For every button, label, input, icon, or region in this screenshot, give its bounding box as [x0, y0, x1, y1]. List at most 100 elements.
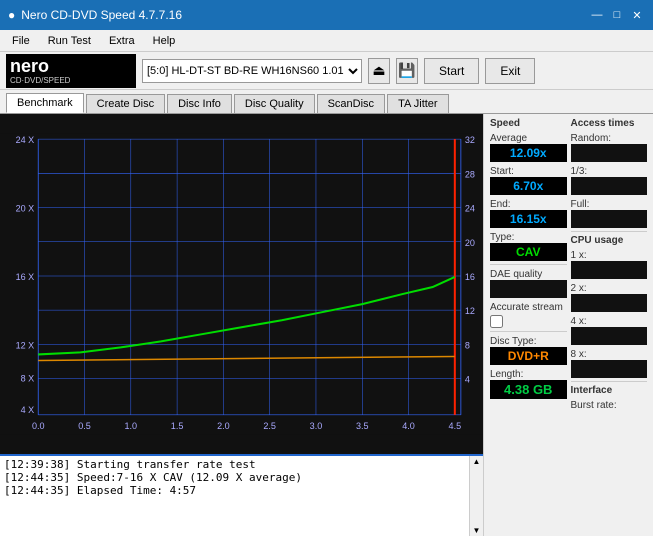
full-label: Full: — [571, 199, 648, 210]
svg-text:20: 20 — [465, 238, 475, 248]
tab-benchmark[interactable]: Benchmark — [6, 93, 84, 113]
tab-bar: Benchmark Create Disc Disc Info Disc Qua… — [0, 90, 653, 114]
toolbar: nero CD·DVD/SPEED [5:0] HL-DT-ST BD-RE W… — [0, 52, 653, 90]
disc-type-value: DVD+R — [490, 347, 567, 365]
svg-text:4.5: 4.5 — [449, 421, 462, 431]
app-title: Nero CD-DVD Speed 4.7.7.16 — [21, 8, 182, 22]
svg-text:8 X: 8 X — [21, 374, 35, 384]
svg-text:28: 28 — [465, 169, 475, 179]
app-icon: ● — [8, 8, 15, 22]
menu-bar: File Run Test Extra Help — [0, 30, 653, 52]
eject-button[interactable]: ⏏ — [368, 58, 390, 84]
log-area: [12:39:38] Starting transfer rate test [… — [0, 454, 483, 536]
svg-text:0.5: 0.5 — [78, 421, 91, 431]
main-content: 24 X 20 X 16 X 12 X 8 X 4 X 32 28 24 20 … — [0, 114, 653, 536]
panel-columns: Speed Average 12.09x Start: 6.70x End: 1… — [490, 118, 647, 411]
start-button[interactable]: Start — [424, 58, 479, 84]
disc-length-label: Length: — [490, 369, 567, 380]
dae-label: DAE quality — [490, 269, 567, 280]
x2-value — [571, 294, 648, 312]
type-label: Type: — [490, 232, 567, 243]
log-line-2: [12:44:35] Speed:7-16 X CAV (12.09 X ave… — [4, 471, 479, 484]
svg-text:3.0: 3.0 — [310, 421, 323, 431]
tab-disc-quality[interactable]: Disc Quality — [234, 94, 315, 113]
svg-text:32: 32 — [465, 135, 475, 145]
start-value: 6.70x — [490, 177, 567, 195]
exit-button[interactable]: Exit — [485, 58, 535, 84]
x4-value — [571, 327, 648, 345]
log-scrollbar[interactable]: ▲ ▼ — [469, 456, 483, 536]
disc-length-value: 4.38 GB — [490, 380, 567, 399]
tab-disc-info[interactable]: Disc Info — [167, 94, 232, 113]
tab-ta-jitter[interactable]: TA Jitter — [387, 94, 449, 113]
dae-value — [490, 280, 567, 298]
svg-text:12: 12 — [465, 306, 475, 316]
nero-sub-text: CD·DVD/SPEED — [10, 76, 70, 85]
chart-canvas: 24 X 20 X 16 X 12 X 8 X 4 X 32 28 24 20 … — [0, 114, 483, 454]
one-third-value — [571, 177, 648, 195]
accurate-stream-row — [490, 315, 567, 328]
svg-text:1.5: 1.5 — [171, 421, 184, 431]
tab-scandisc[interactable]: ScanDisc — [317, 94, 385, 113]
end-label: End: — [490, 199, 567, 210]
svg-text:2.5: 2.5 — [263, 421, 276, 431]
svg-text:12 X: 12 X — [16, 340, 35, 350]
x8-value — [571, 360, 648, 378]
log-content: [12:39:38] Starting transfer rate test [… — [0, 456, 483, 536]
title-bar-left: ● Nero CD-DVD Speed 4.7.7.16 — [8, 8, 182, 22]
close-button[interactable]: ✕ — [629, 7, 645, 23]
tab-create-disc[interactable]: Create Disc — [86, 94, 165, 113]
x1-label: 1 x: — [571, 250, 648, 261]
average-value: 12.09x — [490, 144, 567, 162]
menu-extra[interactable]: Extra — [101, 33, 143, 49]
menu-file[interactable]: File — [4, 33, 38, 49]
nero-logo-text: nero — [10, 57, 70, 75]
svg-text:0.0: 0.0 — [32, 421, 45, 431]
average-label: Average — [490, 133, 567, 144]
title-bar: ● Nero CD-DVD Speed 4.7.7.16 — □ ✕ — [0, 0, 653, 30]
svg-text:3.5: 3.5 — [356, 421, 369, 431]
access-times-column: Access times Random: 1/3: Full: CPU usag… — [571, 118, 648, 411]
svg-text:24: 24 — [465, 204, 475, 214]
end-value: 16.15x — [490, 210, 567, 228]
title-bar-controls: — □ ✕ — [589, 7, 645, 23]
minimize-button[interactable]: — — [589, 7, 605, 23]
svg-text:16: 16 — [465, 272, 475, 282]
x4-label: 4 x: — [571, 316, 648, 327]
speed-header: Speed — [490, 118, 567, 129]
full-value — [571, 210, 648, 228]
x8-label: 8 x: — [571, 349, 648, 360]
chart-area: 24 X 20 X 16 X 12 X 8 X 4 X 32 28 24 20 … — [0, 114, 483, 536]
svg-text:16 X: 16 X — [16, 272, 35, 282]
drive-selector[interactable]: [5:0] HL-DT-ST BD-RE WH16NS60 1.01 — [142, 59, 362, 83]
disc-type-label: Disc Type: — [490, 336, 567, 347]
log-line-1: [12:39:38] Starting transfer rate test — [4, 458, 479, 471]
start-label: Start: — [490, 166, 567, 177]
access-times-header: Access times — [571, 118, 648, 129]
menu-help[interactable]: Help — [145, 33, 184, 49]
type-value: CAV — [490, 243, 567, 261]
speed-column: Speed Average 12.09x Start: 6.70x End: 1… — [490, 118, 567, 411]
right-panel: Speed Average 12.09x Start: 6.70x End: 1… — [483, 114, 653, 536]
svg-text:1.0: 1.0 — [125, 421, 138, 431]
cpu-usage-header: CPU usage — [571, 235, 648, 246]
maximize-button[interactable]: □ — [609, 7, 625, 23]
svg-text:8: 8 — [465, 340, 470, 350]
svg-text:4 X: 4 X — [21, 405, 35, 415]
accurate-stream-checkbox[interactable] — [490, 315, 503, 328]
interface-header: Interface — [571, 385, 648, 396]
x1-value — [571, 261, 648, 279]
menu-run-test[interactable]: Run Test — [40, 33, 99, 49]
nero-logo: nero CD·DVD/SPEED — [6, 54, 136, 88]
svg-text:24 X: 24 X — [16, 135, 35, 145]
svg-text:4.0: 4.0 — [402, 421, 415, 431]
svg-text:4: 4 — [465, 375, 470, 385]
save-button[interactable]: 💾 — [396, 58, 418, 84]
chart-svg: 24 X 20 X 16 X 12 X 8 X 4 X 32 28 24 20 … — [0, 114, 483, 454]
random-value — [571, 144, 648, 162]
one-third-label: 1/3: — [571, 166, 648, 177]
burst-rate-label: Burst rate: — [571, 400, 648, 411]
random-label: Random: — [571, 133, 648, 144]
log-line-3: [12:44:35] Elapsed Time: 4:57 — [4, 484, 479, 497]
x2-label: 2 x: — [571, 283, 648, 294]
